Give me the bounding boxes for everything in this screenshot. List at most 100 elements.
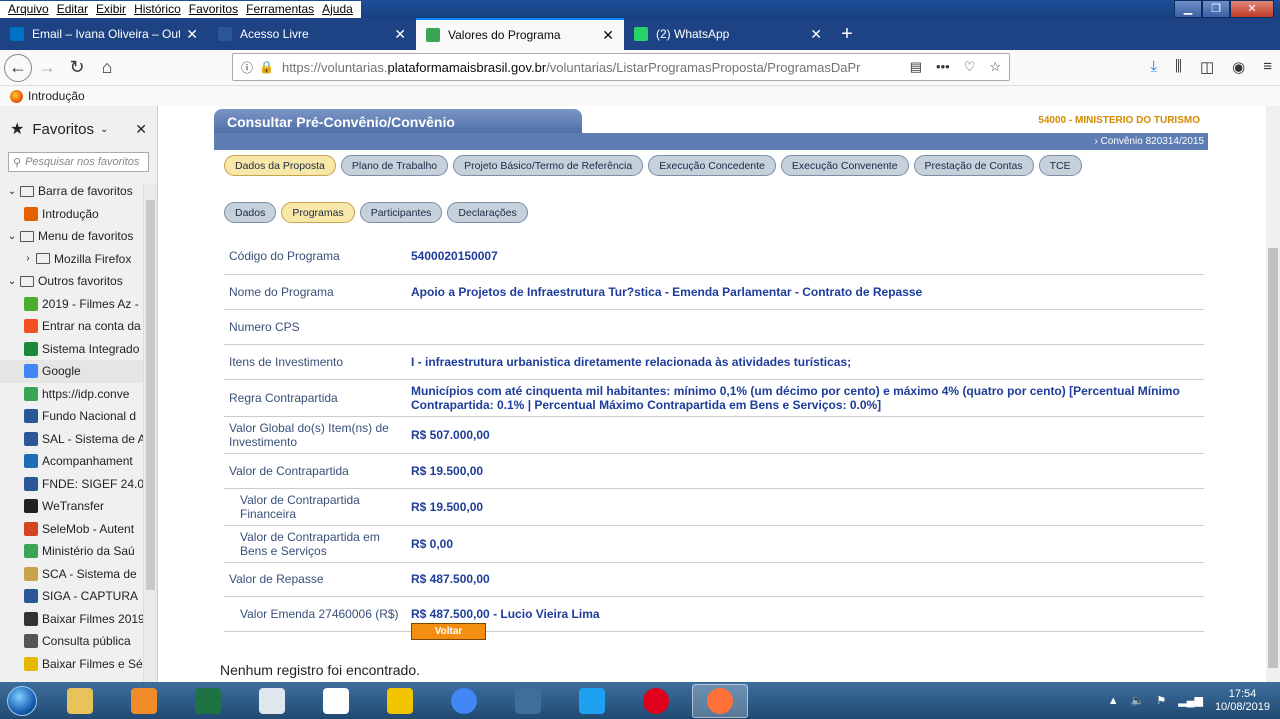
bookmark-item[interactable]: › Mozilla Firefox bbox=[0, 248, 144, 271]
tab-close-icon[interactable]: ✕ bbox=[810, 26, 822, 43]
browser-tab[interactable]: (2) WhatsApp ✕ bbox=[624, 18, 832, 50]
sidebar-scrollbar[interactable] bbox=[143, 184, 157, 682]
bookmark-item[interactable]: ⌄ Barra de favoritos bbox=[0, 180, 144, 203]
twisty-icon[interactable]: › bbox=[22, 253, 34, 264]
main-tab[interactable]: TCE bbox=[1038, 155, 1082, 176]
bookmark-item[interactable]: Entrar na conta da bbox=[0, 315, 144, 338]
network-icon[interactable]: ▂▄▆ bbox=[1178, 694, 1203, 707]
sub-tab[interactable]: Declarações bbox=[447, 202, 528, 223]
download-icon[interactable]: ⤓ bbox=[1150, 58, 1157, 76]
bookmark-star-icon[interactable]: ☆ bbox=[989, 59, 1001, 75]
start-button[interactable] bbox=[0, 683, 44, 719]
new-tab-button[interactable]: + bbox=[832, 18, 862, 50]
taskbar-app-ie[interactable] bbox=[564, 684, 620, 718]
bookmark-item[interactable]: Sistema Integrado bbox=[0, 338, 144, 361]
hamburger-menu-icon[interactable]: ≡ bbox=[1263, 58, 1272, 76]
forward-button[interactable]: → bbox=[32, 53, 62, 83]
close-window-button[interactable]: ✕ bbox=[1230, 0, 1274, 18]
browser-tab[interactable]: Acesso Livre ✕ bbox=[208, 18, 416, 50]
voltar-button[interactable]: Voltar bbox=[411, 623, 486, 640]
menu-item[interactable]: Histórico bbox=[130, 2, 185, 16]
url-text[interactable]: https://voluntarias.plataformamaisbrasil… bbox=[282, 60, 910, 75]
browser-tab[interactable]: Valores do Programa ✕ bbox=[416, 18, 624, 50]
bookmark-item[interactable]: Consulta pública bbox=[0, 630, 144, 653]
reader-view-icon[interactable]: ▤ bbox=[910, 59, 922, 75]
sub-tab[interactable]: Participantes bbox=[359, 202, 443, 223]
sidebar-title[interactable]: Favoritos bbox=[32, 121, 94, 138]
taskbar-app-game[interactable] bbox=[372, 684, 428, 718]
bookmark-item[interactable]: FNDE: SIGEF 24.05 bbox=[0, 473, 144, 496]
main-tab[interactable]: Dados da Proposta bbox=[224, 155, 336, 176]
bookmark-item[interactable]: SeleMob - Autent bbox=[0, 518, 144, 541]
main-tab[interactable]: Prestação de Contas bbox=[913, 155, 1034, 176]
twisty-icon[interactable]: ⌄ bbox=[6, 276, 18, 287]
action-center-icon[interactable]: ⚑ bbox=[1156, 694, 1166, 707]
taskbar-app-chrome[interactable] bbox=[436, 684, 492, 718]
menu-item[interactable]: Ferramentas bbox=[242, 2, 318, 16]
bookmark-item[interactable]: WeTransfer bbox=[0, 495, 144, 518]
tab-close-icon[interactable]: ✕ bbox=[602, 27, 614, 44]
close-sidebar-icon[interactable]: ✕ bbox=[135, 121, 147, 138]
reload-button[interactable]: ↻ bbox=[62, 53, 92, 83]
page-scrollbar[interactable] bbox=[1266, 106, 1280, 682]
taskbar-app-document[interactable] bbox=[308, 684, 364, 718]
sidebar-toggle-icon[interactable]: ◫ bbox=[1200, 58, 1214, 76]
tab-close-icon[interactable]: ✕ bbox=[394, 26, 406, 43]
bookmark-introducao[interactable]: Introdução bbox=[10, 89, 85, 104]
url-bar[interactable]: ⓘ 🔒 https://voluntarias.plataformamaisbr… bbox=[232, 53, 1010, 81]
bookmark-item[interactable]: ⌄ Menu de favoritos bbox=[0, 225, 144, 248]
main-tab[interactable]: Projeto Básico/Termo de Referência bbox=[453, 155, 644, 176]
page-scroll-thumb[interactable] bbox=[1268, 248, 1278, 668]
bookmark-item[interactable]: SCA - Sistema de bbox=[0, 563, 144, 586]
bookmark-item[interactable]: Google bbox=[0, 360, 144, 383]
show-hidden-icons-icon[interactable]: ▲ bbox=[1108, 695, 1119, 707]
main-tab[interactable]: Execução Convenente bbox=[780, 155, 909, 176]
twisty-icon[interactable]: ⌄ bbox=[6, 186, 18, 197]
taskbar-app-opera[interactable] bbox=[628, 684, 684, 718]
bookmark-item[interactable]: Ministério da Saú bbox=[0, 540, 144, 563]
convenio-link[interactable]: › Convênio 820314/2015 bbox=[1094, 136, 1204, 147]
menu-item[interactable]: Ajuda bbox=[318, 2, 357, 16]
taskbar-app-code[interactable] bbox=[500, 684, 556, 718]
page-actions-icon[interactable]: ••• bbox=[936, 59, 950, 75]
minimize-button[interactable]: ▁ bbox=[1174, 0, 1202, 18]
bookmark-item[interactable]: SIGA - CAPTURA bbox=[0, 585, 144, 608]
taskbar-app-excel[interactable] bbox=[180, 684, 236, 718]
home-button[interactable]: ⌂ bbox=[92, 53, 122, 83]
pocket-icon[interactable]: ♡ bbox=[964, 59, 976, 75]
bookmark-item[interactable]: Fundo Nacional d bbox=[0, 405, 144, 428]
maximize-button[interactable]: ❐ bbox=[1202, 0, 1230, 18]
library-icon[interactable]: ⫼ bbox=[1175, 58, 1182, 76]
bookmark-item[interactable]: 2019 - Filmes Az - bbox=[0, 293, 144, 316]
main-tab[interactable]: Plano de Trabalho bbox=[340, 155, 449, 176]
browser-tab[interactable]: Email – Ivana Oliveira – Outlook ✕ bbox=[0, 18, 208, 50]
bookmark-item[interactable]: Acompanhament bbox=[0, 450, 144, 473]
taskbar-app-scanner[interactable] bbox=[244, 684, 300, 718]
volume-icon[interactable]: 🔈 bbox=[1131, 694, 1145, 707]
taskbar-app-explorer[interactable] bbox=[52, 684, 108, 718]
menu-item[interactable]: Arquivo bbox=[4, 2, 53, 16]
menu-item[interactable]: Exibir bbox=[92, 2, 130, 16]
account-icon[interactable]: ◉ bbox=[1232, 58, 1245, 76]
sidebar-scroll-thumb[interactable] bbox=[146, 200, 155, 590]
main-tab[interactable]: Execução Concedente bbox=[648, 155, 776, 176]
back-button[interactable]: ← bbox=[4, 53, 32, 82]
bookmark-item[interactable]: https://idp.conve bbox=[0, 383, 144, 406]
chevron-down-icon[interactable]: ⌄ bbox=[100, 124, 108, 135]
taskbar-app-firefox[interactable] bbox=[692, 683, 748, 718]
bookmark-item[interactable]: SAL - Sistema de A bbox=[0, 428, 144, 451]
bookmark-search-input[interactable]: ⚲ Pesquisar nos favoritos bbox=[8, 152, 149, 172]
sub-tab[interactable]: Dados bbox=[224, 202, 277, 223]
bookmark-item[interactable]: Baixar Filmes e Sé bbox=[0, 653, 144, 676]
info-icon[interactable]: ⓘ bbox=[241, 59, 253, 76]
clock[interactable]: 17:54 10/08/2019 bbox=[1215, 688, 1270, 714]
menu-item[interactable]: Favoritos bbox=[185, 2, 242, 16]
bookmark-item[interactable]: ⌄ Outros favoritos bbox=[0, 270, 144, 293]
twisty-icon[interactable]: ⌄ bbox=[6, 231, 18, 242]
bookmark-item[interactable]: Introdução bbox=[0, 203, 144, 226]
tab-close-icon[interactable]: ✕ bbox=[186, 26, 198, 43]
taskbar-app-media-player[interactable] bbox=[116, 684, 172, 718]
sub-tab[interactable]: Programas bbox=[281, 202, 355, 223]
menu-item[interactable]: Editar bbox=[53, 2, 92, 16]
bookmark-item[interactable]: Baixar Filmes 2019 bbox=[0, 608, 144, 631]
